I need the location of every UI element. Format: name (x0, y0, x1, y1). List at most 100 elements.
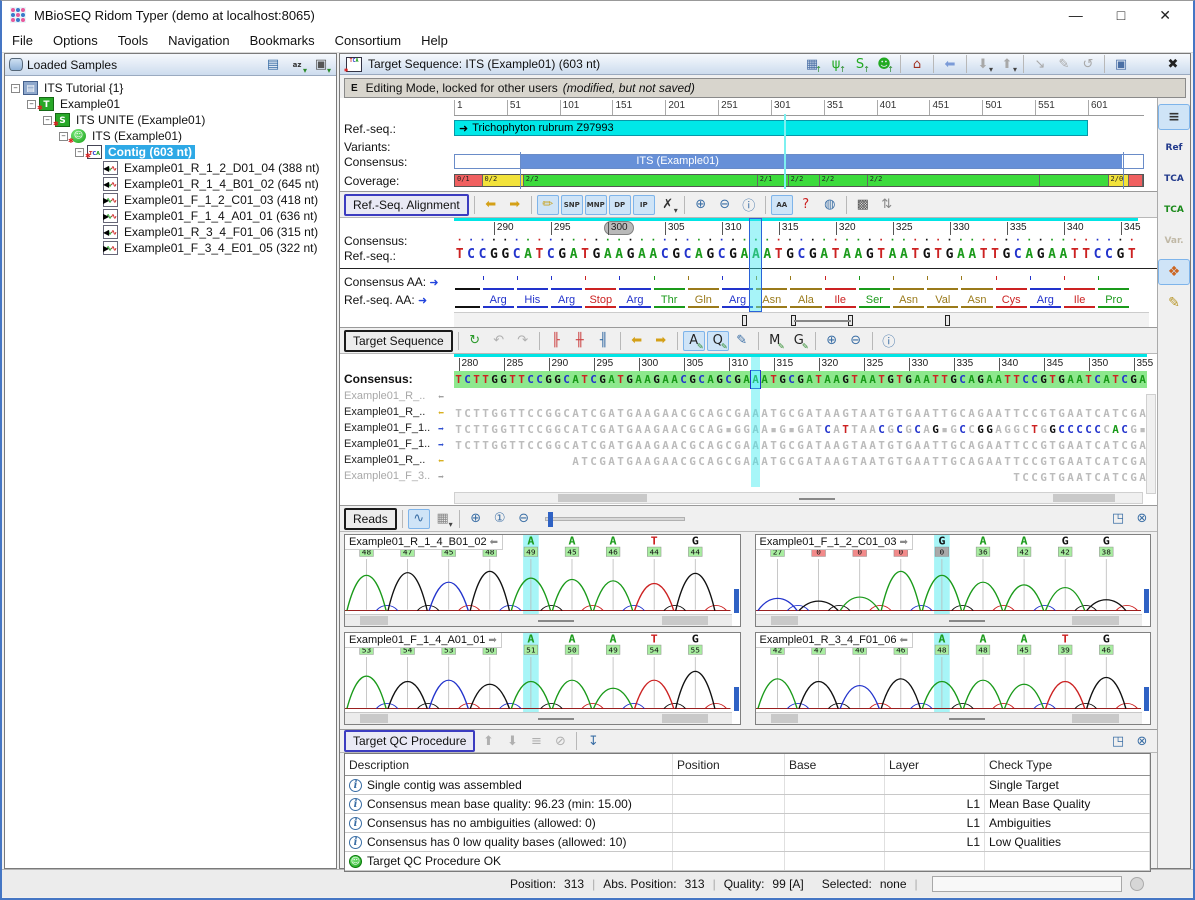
previous-difference-icon[interactable]: ⬆▾ (996, 54, 1018, 74)
target-consensus-sequence[interactable]: TCTTGGTTCCGGCATCGATGAAGAACGCAGCGAAATGCGA… (454, 371, 1147, 388)
reads-panel-button[interactable]: ❖ (1158, 259, 1190, 285)
target-vscrollbar[interactable] (1146, 394, 1156, 494)
chromatogram-hscrollbar[interactable] (756, 614, 1143, 626)
blast-icon[interactable]: ◍ (819, 195, 841, 215)
alignment-panel-button[interactable]: TCA (1158, 166, 1190, 192)
read-row[interactable]: Example01_R_..⬅ATCGATGAAGAACGCAGCGAAATGC… (340, 454, 1157, 470)
target-sequence-button[interactable]: Target Sequence (344, 330, 453, 352)
chromatogram-panel[interactable]: Example01_R_1_4_B01_02⬅A48G47C45G48A49A4… (344, 534, 741, 627)
chromatogram-vscrollbar[interactable] (1144, 687, 1149, 711)
tree-item-its-example01[interactable]: −☺✱ITS (Example01) (5, 128, 336, 144)
export-icon[interactable]: ↧ (582, 731, 604, 751)
chromatogram-panel[interactable]: Example01_R_3_4_F01_06⬅A42G47C40G46A48A4… (755, 632, 1152, 725)
trim-end-icon[interactable]: ╢ (593, 331, 615, 351)
cancel-icon[interactable]: ⊘ (549, 731, 571, 751)
read-row[interactable]: Example01_F_3..➡TCCGTGAATCATCGA (340, 470, 1157, 486)
upload-task-icon[interactable]: S↑ (849, 54, 871, 74)
tree-item-example01-r-1-4-b01-02-645-nt[interactable]: ∿∿◀Example01_R_1_4_B01_02 (645 nt) (5, 176, 336, 192)
edit-a-icon[interactable]: A✎ (683, 331, 705, 351)
chromatogram-hscrollbar[interactable] (345, 614, 732, 626)
reference-panel-button[interactable]: Ref (1158, 135, 1190, 161)
tree-expander[interactable]: − (43, 116, 52, 125)
menu-file[interactable]: File (2, 30, 43, 51)
maximize-button[interactable]: □ (1117, 7, 1125, 24)
popout-panel-icon[interactable]: ◳ (1107, 509, 1129, 529)
next-difference-icon[interactable]: ⬇▾ (972, 54, 994, 74)
publish-icon[interactable]: ψ↑ (825, 54, 847, 74)
chromatogram-icon[interactable]: ∿ (408, 509, 430, 529)
undo-icon[interactable]: ↶ (488, 331, 510, 351)
qc-column-header[interactable]: Check Type (985, 754, 1150, 775)
variants-panel-button[interactable]: Var. (1158, 228, 1190, 254)
reassemble-icon[interactable]: ↻ (464, 331, 486, 351)
menu-help[interactable]: Help (411, 30, 458, 51)
reload-icon[interactable]: ↺ (1077, 54, 1099, 74)
zoom-out-icon[interactable]: ⊖ (714, 195, 736, 215)
save-icon[interactable]: ▣ (1110, 54, 1132, 74)
menu-tools[interactable]: Tools (108, 30, 158, 51)
sort-samples-icon[interactable]: az▾ (286, 55, 308, 75)
trace-scale-slider[interactable] (545, 517, 685, 521)
read-row[interactable]: Example01_R_..⬅TCTTGGTTCCGGCATCGATGAAGAA… (340, 406, 1157, 422)
reads-button[interactable]: Reads (344, 508, 397, 530)
close-panel-icon[interactable]: ⊗ (1131, 509, 1153, 529)
close-view-icon[interactable]: ✖ (1162, 54, 1184, 74)
edit-g-icon[interactable]: G✎ (788, 331, 810, 351)
back-icon[interactable]: ⬅ (939, 54, 961, 74)
target-sequence-panel-button[interactable]: TCA (1158, 197, 1190, 223)
upload-target-icon[interactable]: ☻↑ (873, 54, 895, 74)
qc-row[interactable]: iSingle contig was assembledSingle Targe… (345, 776, 1150, 795)
previous-edit-icon[interactable]: ⬅ (626, 331, 648, 351)
next-edit-icon[interactable]: ➡ (650, 331, 672, 351)
orf-slider-handle[interactable] (945, 315, 950, 326)
trim-both-icon[interactable]: ╫ (569, 331, 591, 351)
tree-item-example01-f-1-4-a01-01-636-nt[interactable]: ∿∿▶Example01_F_1_4_A01_01 (636 nt) (5, 208, 336, 224)
snp-icon[interactable]: SNP (561, 195, 583, 215)
aa-ruler-icon[interactable]: AA (771, 195, 793, 215)
goto-position-icon[interactable]: ↘ (1029, 54, 1051, 74)
refseq-alignment-button[interactable]: Ref.-Seq. Alignment (344, 194, 469, 216)
zoom-in-icon[interactable]: ⊕ (465, 509, 487, 529)
info-icon[interactable]: ⓘ (738, 195, 760, 215)
move-up-icon[interactable]: ⬆ (477, 731, 499, 751)
chromatogram-vscrollbar[interactable] (1144, 589, 1149, 613)
ip-icon[interactable]: IP (633, 195, 655, 215)
menu-navigation[interactable]: Navigation (158, 30, 239, 51)
tree-expander[interactable]: − (11, 84, 20, 93)
refseq-alignment-view[interactable]: Consensus: Ref.-seq.: Consensus AA: ➜ Re… (340, 218, 1157, 328)
edit-m-icon[interactable]: M✎ (764, 331, 786, 351)
trim-start-icon[interactable]: ╟ (545, 331, 567, 351)
move-down-icon[interactable]: ⬇ (501, 731, 523, 751)
minimize-button[interactable]: — (1069, 7, 1083, 24)
tree-item-example01-r-1-2-d01-04-388-nt[interactable]: ∿∿◀Example01_R_1_2_D01_04 (388 nt) (5, 160, 336, 176)
mnp-icon[interactable]: MNP (585, 195, 607, 215)
edit-gap-icon[interactable]: ✎ (731, 331, 753, 351)
iupac-icon[interactable]: ⇅ (876, 195, 898, 215)
target-qc-button[interactable]: Target QC Procedure (344, 730, 475, 752)
tree-expander[interactable]: − (75, 148, 84, 157)
edit-q-icon[interactable]: Q✎ (707, 331, 729, 351)
qc-row[interactable]: iConsensus has no ambiguities (allowed: … (345, 814, 1150, 833)
zoom-in-icon[interactable]: ⊕ (690, 195, 712, 215)
chromatogram-hscrollbar[interactable] (345, 712, 732, 724)
edit-tools-button[interactable]: ✎ (1158, 290, 1190, 316)
edit-annotation-icon[interactable]: ✎ (1053, 54, 1075, 74)
tree-item-example01[interactable]: −T✱Example01 (5, 96, 336, 112)
consensus-quality-icon[interactable]: ? (795, 195, 817, 215)
zoom-out-icon[interactable]: ⊖ (845, 331, 867, 351)
chromatogram-panel[interactable]: Example01_F_1_2_C01_03➡C27A0G0G0G0A36A42… (755, 534, 1152, 627)
window-layout-icon[interactable]: ▣▾ (310, 55, 332, 75)
grid-layout-icon[interactable]: ▦▾ (432, 509, 454, 529)
read-row[interactable]: Example01_R_..⬅ (340, 390, 1157, 406)
chromatogram-vscrollbar[interactable] (734, 589, 739, 613)
zoom-in-icon[interactable]: ⊕ (821, 331, 843, 351)
overview-panel-button[interactable]: ≡ (1158, 104, 1190, 130)
reference-sequence-bar[interactable]: ➜ Trichophyton rubrum Z97993 (454, 120, 1088, 136)
tree-expander[interactable]: − (59, 132, 68, 141)
qc-row[interactable]: ☺Target QC Procedure OK (345, 852, 1150, 871)
edit-variant-icon[interactable]: ✏ (537, 195, 559, 215)
tree-expander[interactable]: − (27, 100, 36, 109)
info-icon[interactable]: ⓘ (878, 331, 900, 351)
tree-item-example01-f-1-2-c01-03-418-nt[interactable]: ∿∿▶Example01_F_1_2_C01_03 (418 nt) (5, 192, 336, 208)
chromatogram-panel[interactable]: Example01_F_1_4_A01_01➡A53G54C53G50A51A5… (344, 632, 741, 725)
